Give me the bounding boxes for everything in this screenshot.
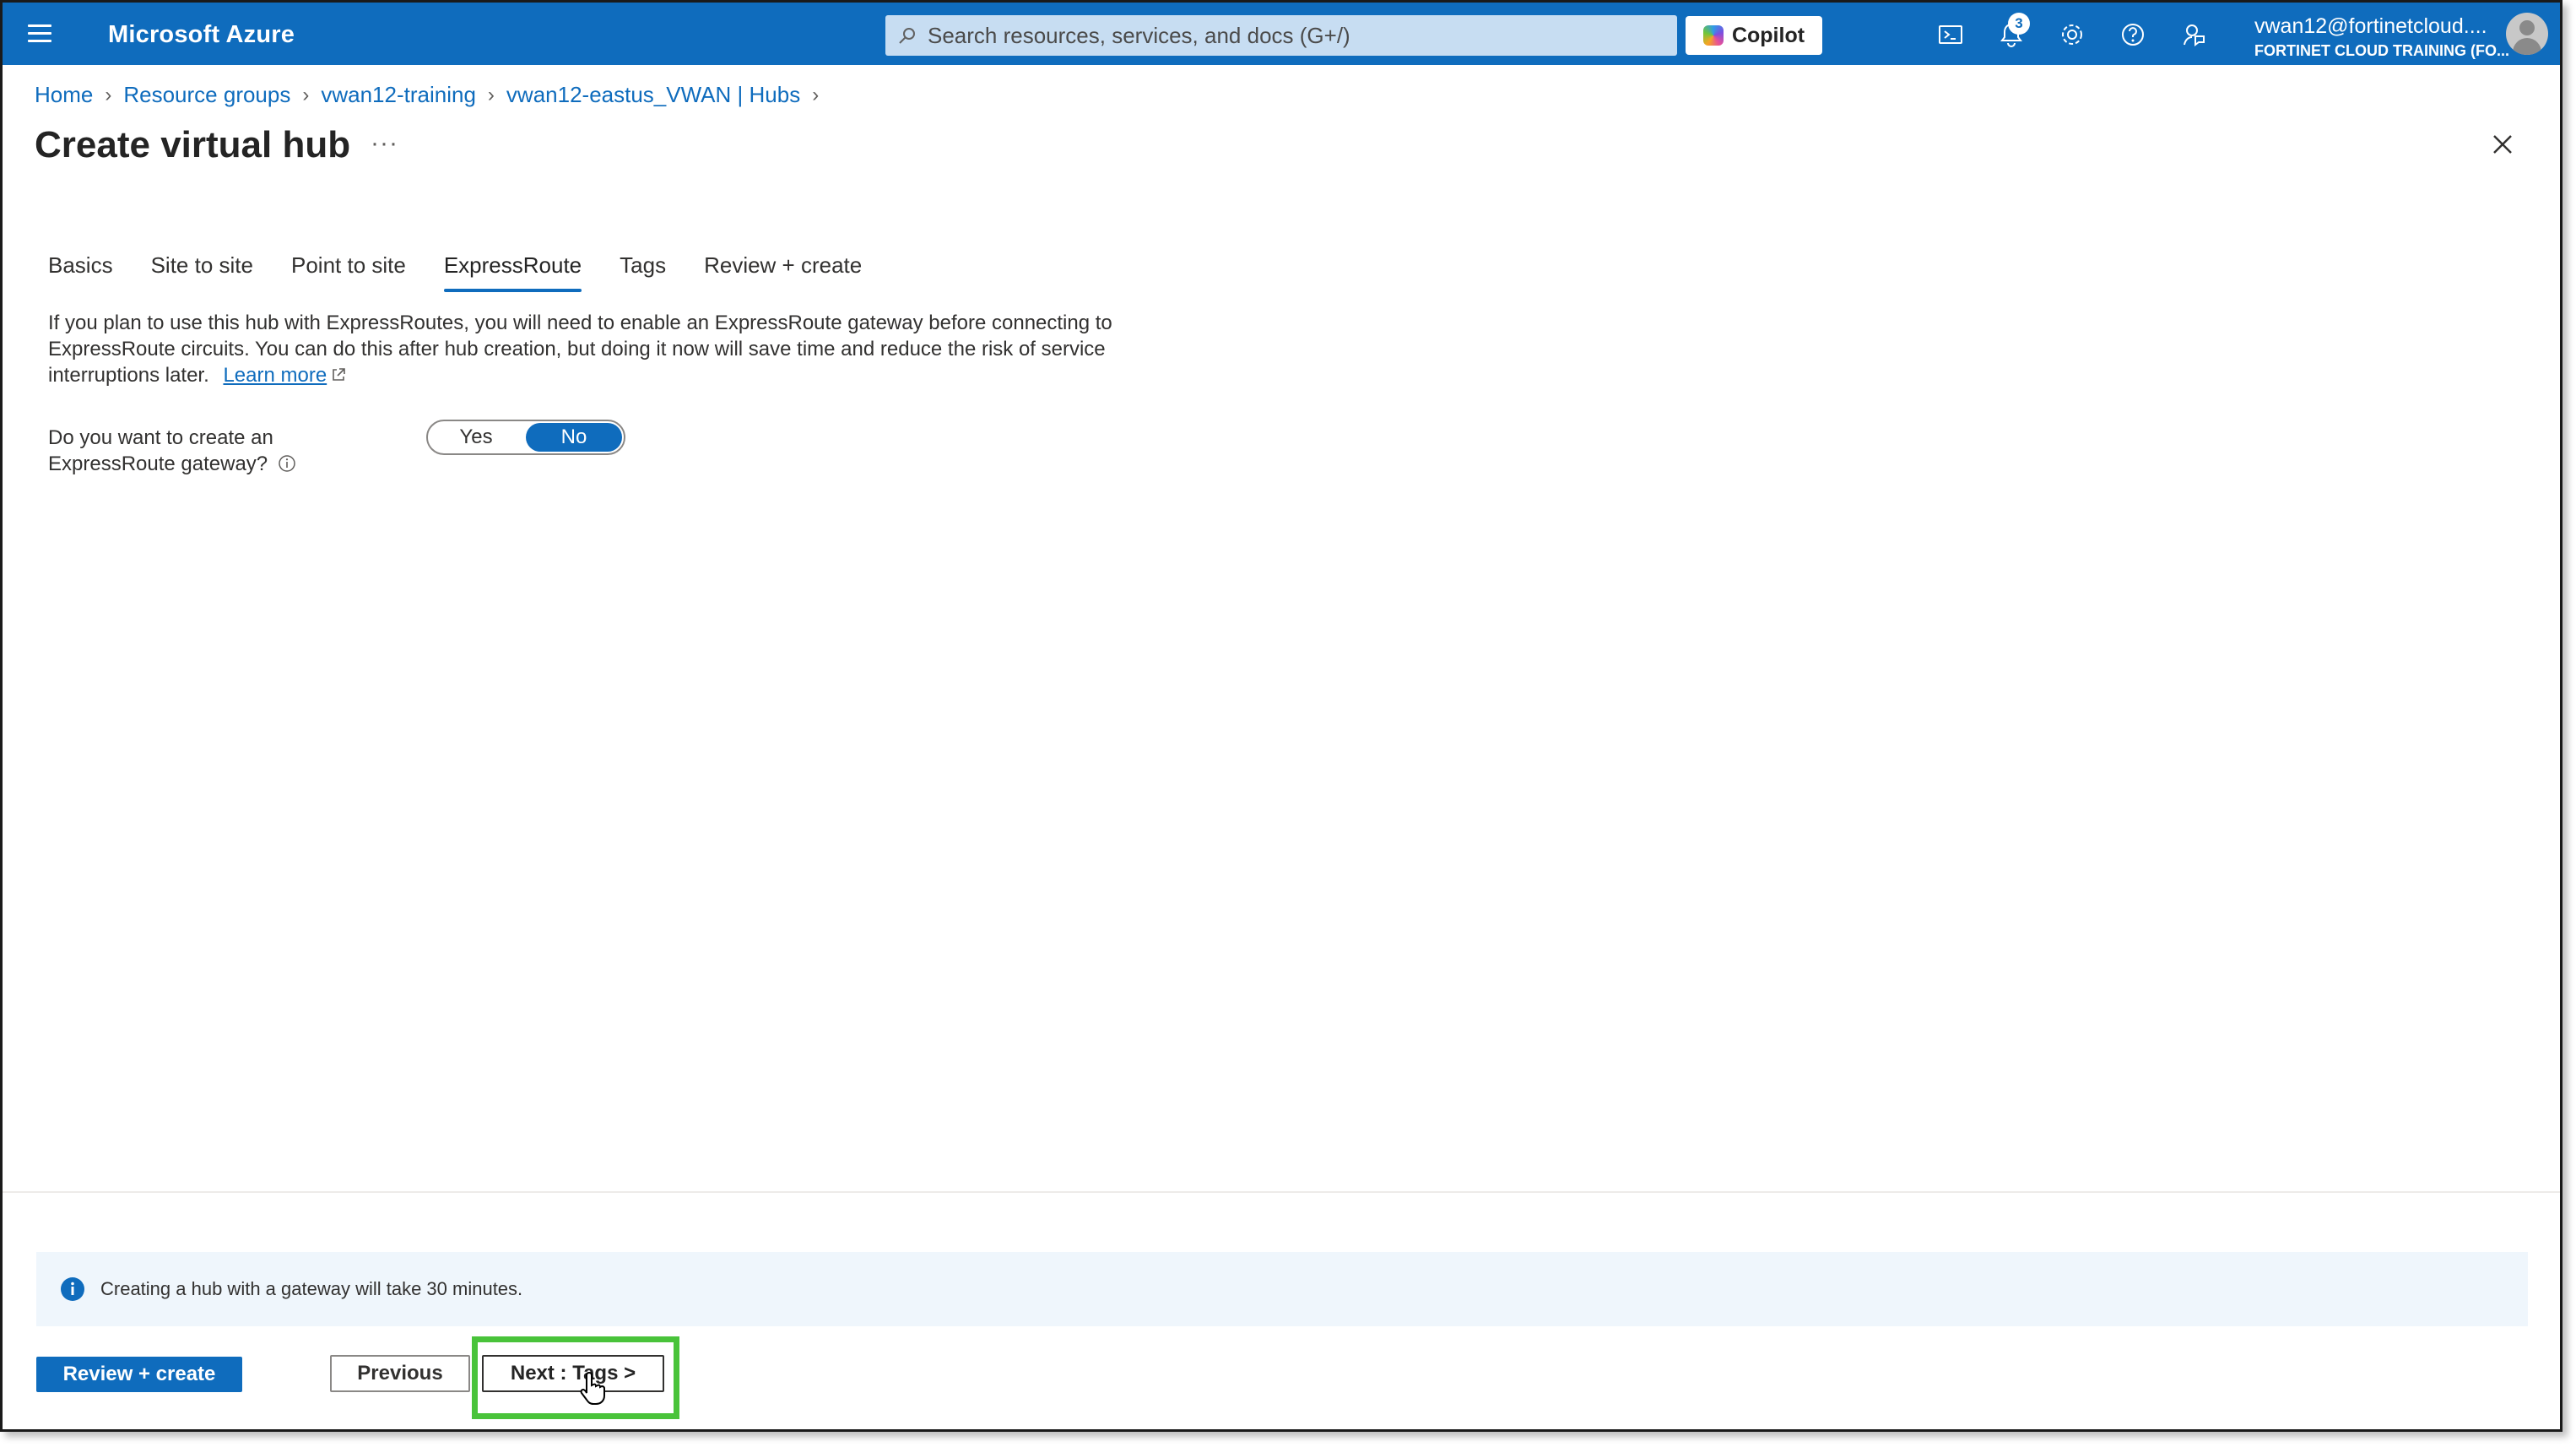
- search-input[interactable]: [928, 15, 1662, 56]
- breadcrumb: Home › Resource groups › vwan12-training…: [35, 82, 831, 108]
- review-create-button[interactable]: Review + create: [36, 1357, 242, 1392]
- question-label: Do you want to create an ExpressRoute ga…: [48, 426, 273, 475]
- global-search[interactable]: [885, 15, 1677, 56]
- previous-button[interactable]: Previous: [330, 1355, 470, 1392]
- search-icon: [899, 28, 915, 44]
- expressroute-description: If you plan to use this hub with Express…: [48, 310, 1137, 388]
- description-text: If you plan to use this hub with Express…: [48, 312, 1112, 387]
- toggle-yes[interactable]: Yes: [428, 421, 524, 453]
- highlight-box: [472, 1336, 679, 1419]
- notification-badge: 3: [2008, 13, 2030, 35]
- portal-brand[interactable]: Microsoft Azure: [108, 21, 295, 49]
- tab-point-to-site[interactable]: Point to site: [291, 252, 406, 292]
- cloud-shell-icon[interactable]: [1937, 21, 1964, 48]
- info-message-text: Creating a hub with a gateway will take …: [100, 1278, 523, 1299]
- info-message-bar: Creating a hub with a gateway will take …: [36, 1252, 2528, 1326]
- breadcrumb-resource-groups[interactable]: Resource groups: [123, 82, 290, 108]
- account-tenant: FORTINET CLOUD TRAINING (FO...: [2254, 42, 2509, 59]
- browser-frame: Microsoft Azure Copilot 3: [0, 0, 2562, 1432]
- tab-site-to-site[interactable]: Site to site: [151, 252, 253, 292]
- info-icon[interactable]: [278, 454, 296, 473]
- help-icon[interactable]: [2119, 21, 2146, 48]
- chevron-right-icon: ›: [487, 83, 495, 106]
- tab-tags[interactable]: Tags: [620, 252, 666, 292]
- copilot-icon: [1702, 25, 1724, 46]
- toggle-no[interactable]: No: [526, 423, 622, 452]
- copilot-button[interactable]: Copilot: [1686, 16, 1822, 55]
- breadcrumb-home[interactable]: Home: [35, 82, 93, 108]
- gear-icon[interactable]: [2059, 21, 2086, 48]
- portal-top-bar: Microsoft Azure Copilot 3: [3, 3, 2560, 65]
- breadcrumb-resource-group[interactable]: vwan12-training: [321, 82, 476, 108]
- chevron-right-icon: ›: [302, 83, 310, 106]
- account-email: vwan12@fortinetcloud....: [2254, 14, 2487, 38]
- tab-expressroute[interactable]: ExpressRoute: [443, 252, 582, 292]
- hand-cursor-icon: [580, 1371, 605, 1405]
- expressroute-gateway-toggle[interactable]: Yes No: [426, 420, 625, 455]
- learn-more-link[interactable]: Learn more: [223, 364, 327, 387]
- footer-divider: [3, 1191, 2560, 1193]
- chevron-right-icon: ›: [105, 83, 112, 106]
- account-menu[interactable]: vwan12@fortinetcloud.... FORTINET CLOUD …: [2254, 14, 2509, 60]
- copilot-label: Copilot: [1731, 23, 1805, 47]
- expressroute-gateway-question: Do you want to create an ExpressRoute ga…: [48, 425, 403, 477]
- info-icon: [61, 1277, 84, 1301]
- hamburger-icon[interactable]: [28, 24, 51, 43]
- close-icon[interactable]: [2487, 129, 2518, 160]
- wizard-tabs: Basics Site to site Point to site Expres…: [48, 252, 900, 292]
- external-link-icon: [333, 368, 345, 381]
- avatar[interactable]: [2506, 13, 2548, 55]
- tab-review-create[interactable]: Review + create: [704, 252, 862, 292]
- page-title: Create virtual hub: [35, 124, 351, 165]
- tab-basics[interactable]: Basics: [48, 252, 113, 292]
- breadcrumb-hubs[interactable]: vwan12-eastus_VWAN | Hubs: [506, 82, 800, 108]
- more-options-icon[interactable]: ···: [371, 129, 398, 158]
- feedback-icon[interactable]: [2180, 21, 2207, 48]
- chevron-right-icon: ›: [812, 83, 820, 106]
